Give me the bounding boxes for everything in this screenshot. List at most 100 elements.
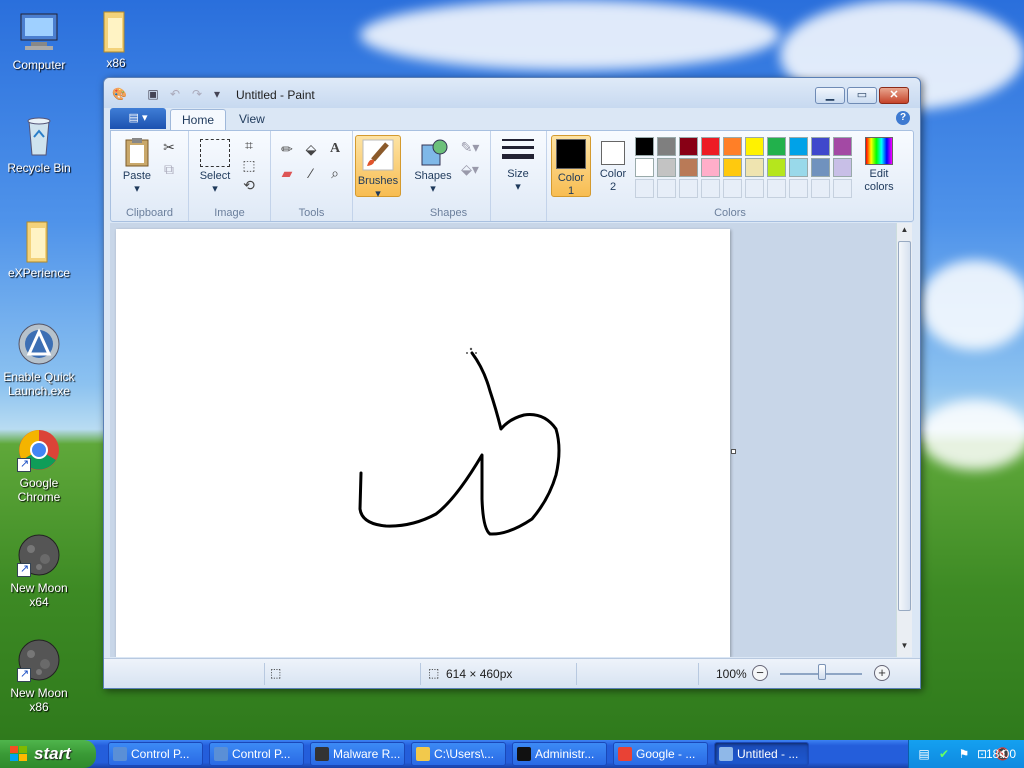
fill-shape-icon[interactable]: ⬙▾	[457, 159, 483, 179]
palette-swatch[interactable]	[833, 137, 852, 156]
custom-color-slot[interactable]	[701, 179, 720, 198]
desktop-icon-enable-quick-launch[interactable]: Enable Quick Launch.exe	[1, 322, 77, 398]
palette-swatch[interactable]	[635, 137, 654, 156]
taskbar-button[interactable]: Google - ...	[613, 742, 708, 766]
taskbar-button[interactable]: C:\Users\...	[411, 742, 506, 766]
cloud	[920, 400, 1024, 470]
resize-icon[interactable]: ⬚	[239, 155, 259, 175]
custom-color-slot[interactable]	[723, 179, 742, 198]
palette-swatch[interactable]	[679, 158, 698, 177]
scrollbar-thumb[interactable]	[898, 241, 911, 611]
desktop-icon-experience[interactable]: eXPerience	[1, 218, 77, 280]
eraser-icon[interactable]: ▰	[277, 163, 297, 183]
customize-quick-access-icon[interactable]: ▾	[210, 87, 224, 101]
minimize-button[interactable]: ▁	[815, 87, 845, 104]
text-icon[interactable]: A	[325, 139, 345, 159]
maximize-button[interactable]: ▭	[847, 87, 877, 104]
edit-colors-button[interactable]: Edit colors	[857, 137, 901, 194]
notepad-tray-icon[interactable]: ▤	[917, 747, 931, 761]
color-picker-icon[interactable]: ⁄	[301, 163, 321, 183]
custom-color-slot[interactable]	[767, 179, 786, 198]
flag-tray-icon[interactable]: ⚑	[957, 747, 971, 761]
palette-swatch[interactable]	[679, 137, 698, 156]
zoom-in-button[interactable]: +	[874, 665, 890, 681]
zoom-slider-thumb[interactable]	[818, 664, 826, 680]
palette-swatch[interactable]	[723, 137, 742, 156]
palette-swatch[interactable]	[833, 158, 852, 177]
paste-icon	[124, 137, 150, 167]
desktop-icon-label: Google Chrome	[17, 476, 61, 504]
canvas-resize-handle[interactable]	[731, 449, 736, 454]
shapes-button[interactable]: Shapes ▾	[413, 137, 453, 196]
shapes-group: Shapes ▾ ✎▾ ⬙▾ Shapes	[407, 131, 491, 221]
palette-swatch[interactable]	[767, 137, 786, 156]
custom-color-slot[interactable]	[745, 179, 764, 198]
palette-swatch[interactable]	[811, 158, 830, 177]
taskbar-button[interactable]: Malware R...	[310, 742, 405, 766]
palette-swatch[interactable]	[701, 137, 720, 156]
copy-icon[interactable]: ⧉	[159, 159, 179, 179]
palette-swatch[interactable]	[635, 158, 654, 177]
palette-swatch[interactable]	[745, 137, 764, 156]
custom-color-slot[interactable]	[811, 179, 830, 198]
magnifier-icon[interactable]: ⌕	[325, 163, 345, 183]
maximize-icon: ▭	[856, 89, 868, 101]
custom-color-slot[interactable]	[789, 179, 808, 198]
taskbar-button[interactable]: Control P...	[108, 742, 203, 766]
vertical-scrollbar[interactable]: ▲ ▼	[896, 223, 912, 657]
desktop-icon-x86[interactable]: x86	[78, 8, 154, 70]
fill-icon[interactable]: ⬙	[301, 139, 321, 159]
custom-color-slot[interactable]	[679, 179, 698, 198]
custom-color-slot[interactable]	[657, 179, 676, 198]
help-icon[interactable]: ?	[896, 111, 910, 125]
taskbar-button[interactable]: Control P...	[209, 742, 304, 766]
custom-color-slot[interactable]	[635, 179, 654, 198]
scroll-up-icon[interactable]: ▲	[897, 225, 912, 239]
start-button[interactable]: start	[0, 740, 96, 768]
cut-icon[interactable]: ✂	[159, 137, 179, 157]
redo-icon[interactable]: ↷	[190, 87, 204, 101]
close-button[interactable]: ✕	[879, 87, 909, 104]
pencil-icon[interactable]: ✏	[277, 139, 297, 159]
ribbon-tabs: ▤ ▾ Home View ?	[104, 108, 920, 130]
drawing-canvas[interactable]	[116, 229, 730, 657]
palette-swatch[interactable]	[767, 158, 786, 177]
tab-view[interactable]: View	[228, 109, 276, 130]
system-tray: ▤ ✔ ⚑ ⊡ 🔇 18:00	[908, 740, 1024, 768]
zoom-out-button[interactable]: −	[752, 665, 768, 681]
taskbar-button[interactable]: Untitled - ...	[714, 742, 809, 766]
palette-swatch[interactable]	[723, 158, 742, 177]
palette-swatch[interactable]	[657, 158, 676, 177]
color1-button[interactable]: Color 1	[551, 135, 591, 197]
desktop-icon-google-chrome[interactable]: Google Chrome	[1, 428, 77, 504]
paint-menu-button[interactable]: ▤ ▾	[110, 108, 166, 129]
rotate-icon[interactable]: ⟲	[239, 175, 259, 195]
brushes-button[interactable]: Brushes ▾	[355, 135, 401, 200]
palette-swatch[interactable]	[745, 158, 764, 177]
title-bar[interactable]: 🎨 ▣ ↶ ↷ ▾ Untitled - Paint ▁ ▭ ✕	[104, 78, 920, 108]
save-icon[interactable]: ▣	[146, 87, 160, 101]
cloud	[920, 260, 1024, 350]
desktop-icon-new-moon-x64[interactable]: New Moon x64	[1, 533, 77, 609]
palette-swatch[interactable]	[789, 158, 808, 177]
taskbar-button[interactable]: Administr...	[512, 742, 607, 766]
paste-button[interactable]: Paste ▾	[119, 137, 155, 196]
security-tray-icon[interactable]: ✔	[937, 747, 951, 761]
outline-icon[interactable]: ✎▾	[457, 137, 483, 157]
desktop-icon-new-moon-x86[interactable]: New Moon x86	[1, 638, 77, 714]
select-button[interactable]: Select ▾	[195, 137, 235, 196]
palette-swatch[interactable]	[701, 158, 720, 177]
color2-button[interactable]: Color 2	[595, 138, 631, 194]
paint-app-icon[interactable]: 🎨	[112, 87, 127, 101]
palette-swatch[interactable]	[811, 137, 830, 156]
scroll-down-icon[interactable]: ▼	[897, 641, 912, 655]
palette-swatch[interactable]	[657, 137, 676, 156]
crop-icon[interactable]: ⌗	[239, 135, 259, 155]
palette-swatch[interactable]	[789, 137, 808, 156]
tab-home[interactable]: Home	[170, 109, 227, 130]
desktop-icon-recycle-bin[interactable]: Recycle Bin	[1, 113, 77, 175]
desktop-icon-computer[interactable]: Computer	[1, 10, 77, 72]
size-button[interactable]: Size ▾	[499, 137, 537, 194]
undo-icon[interactable]: ↶	[168, 87, 182, 101]
custom-color-slot[interactable]	[833, 179, 852, 198]
